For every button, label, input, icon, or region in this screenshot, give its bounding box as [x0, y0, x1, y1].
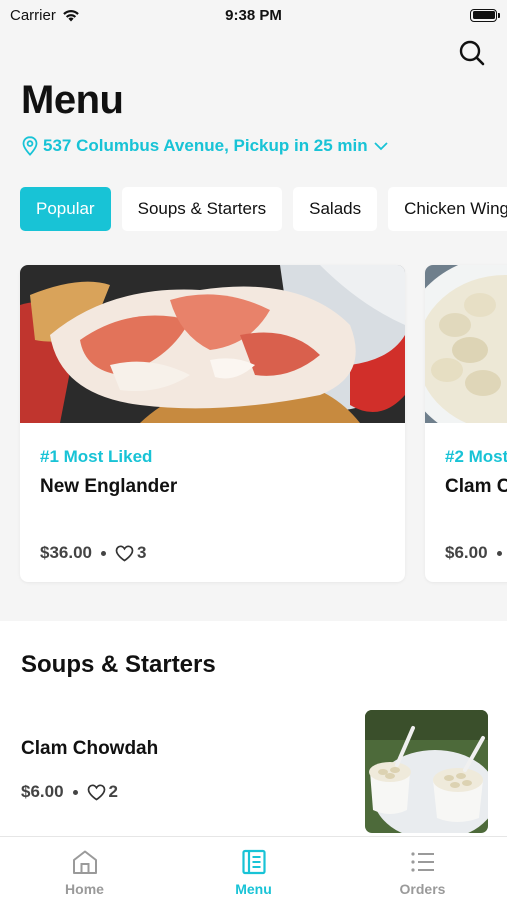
category-chips: Popular Soups & Starters Salads Chicken …: [20, 187, 507, 231]
item-meta: $6.00 2: [21, 782, 118, 802]
search-icon: [459, 40, 485, 66]
battery-icon: [470, 8, 500, 22]
chip-chicken-wings[interactable]: Chicken Wings: [388, 187, 507, 231]
clam-chowder-thumbnail: [365, 710, 488, 833]
carrier-label: Carrier: [10, 6, 56, 24]
card-meta: $6.00 2: [445, 543, 507, 563]
tab-home[interactable]: Home: [0, 837, 169, 900]
category-chips-scroller[interactable]: Popular Soups & Starters Salads Chicken …: [0, 180, 507, 240]
likes-count: 3: [137, 543, 147, 562]
list-icon: [410, 852, 434, 872]
featured-card[interactable]: #1 Most Liked New Englander $36.00 3: [20, 265, 405, 582]
separator-dot: [496, 550, 502, 556]
featured-card[interactable]: #2 Most Liked Clam Chowdah $6.00 2: [425, 265, 507, 582]
card-rank: #1 Most Liked: [40, 447, 153, 466]
clam-chowder-image: [425, 265, 507, 423]
card-price: $6.00: [445, 543, 488, 562]
tab-orders[interactable]: Orders: [338, 837, 507, 900]
tab-menu-label: Menu: [235, 881, 272, 897]
separator-dot: [72, 789, 78, 795]
card-rank: #2 Most Liked: [445, 447, 507, 466]
list-item[interactable]: Clam Chowdah $6.00 2: [0, 707, 507, 837]
card-likes: 3: [115, 543, 146, 563]
search-button[interactable]: [455, 36, 489, 70]
tab-home-label: Home: [65, 881, 104, 897]
likes-count: 2: [108, 782, 119, 801]
menu-section: Soups & Starters Clam Chowdah $6.00 2: [0, 621, 507, 836]
location-selector[interactable]: 537 Columbus Avenue, Pickup in 25 min: [22, 136, 389, 156]
featured-carousel[interactable]: #1 Most Liked New Englander $36.00 3 #2 …: [0, 262, 507, 592]
home-icon: [72, 850, 97, 874]
chip-soups-starters[interactable]: Soups & Starters: [121, 187, 283, 231]
lobster-roll-image: [20, 265, 405, 423]
item-price: $6.00: [21, 782, 64, 801]
chip-popular[interactable]: Popular: [20, 187, 111, 231]
chip-salads[interactable]: Salads: [293, 187, 378, 231]
item-likes: 2: [87, 782, 118, 802]
card-meta: $36.00 3: [40, 543, 146, 563]
heart-icon: [87, 783, 105, 801]
location-text: 537 Columbus Avenue, Pickup in 25 min: [43, 136, 368, 155]
page-title: Menu: [21, 78, 124, 122]
wifi-icon: [63, 9, 79, 21]
menu-book-icon: [241, 849, 266, 875]
separator-dot: [101, 550, 106, 556]
heart-icon: [115, 544, 134, 562]
status-left: Carrier: [10, 7, 80, 24]
section-title: Soups & Starters: [21, 651, 216, 678]
card-name: New Englander: [40, 476, 178, 497]
tab-menu[interactable]: Menu: [169, 837, 338, 900]
card-name: Clam Chowdah: [445, 476, 507, 497]
tab-orders-label: Orders: [399, 881, 446, 897]
item-name: Clam Chowdah: [21, 738, 159, 759]
status-bar: Carrier 9:38 PM: [0, 0, 507, 30]
chevron-down-icon: [374, 142, 388, 151]
card-price: $36.00: [40, 543, 92, 562]
location-pin-icon: [22, 136, 38, 156]
tab-bar: Home Menu Orders: [0, 836, 507, 900]
